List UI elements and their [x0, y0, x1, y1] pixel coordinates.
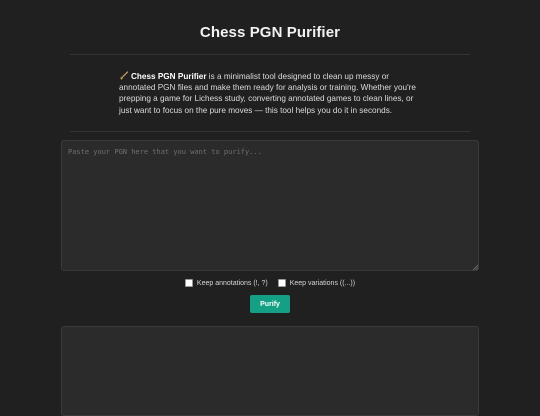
intro-divider — [70, 131, 470, 132]
app-page: Chess PGN Purifier Chess PGN Purifier is… — [0, 0, 540, 416]
purified-output[interactable] — [61, 326, 479, 416]
broom-icon — [120, 71, 129, 80]
header-divider — [70, 54, 470, 55]
keep-annotations-label: Keep annotations (!, ?) — [196, 279, 268, 287]
pgn-input[interactable] — [61, 140, 479, 271]
purify-button[interactable]: Purify — [250, 295, 290, 313]
keep-variations-label: Keep variations ((...)) — [289, 279, 356, 287]
keep-annotations-checkbox[interactable] — [184, 279, 193, 287]
keep-annotations-option[interactable]: Keep annotations (!, ?) — [184, 279, 268, 287]
intro-paragraph: Chess PGN Purifier is a minimalist tool … — [119, 71, 421, 116]
intro-app-name: Chess PGN Purifier — [131, 72, 207, 81]
resize-grip-icon[interactable] — [472, 264, 478, 270]
page-title: Chess PGN Purifier — [199, 24, 341, 41]
purify-options: Keep annotations (!, ?) Keep variations … — [0, 279, 540, 289]
keep-variations-option[interactable]: Keep variations ((...)) — [277, 279, 356, 287]
keep-variations-checkbox[interactable] — [277, 279, 286, 287]
